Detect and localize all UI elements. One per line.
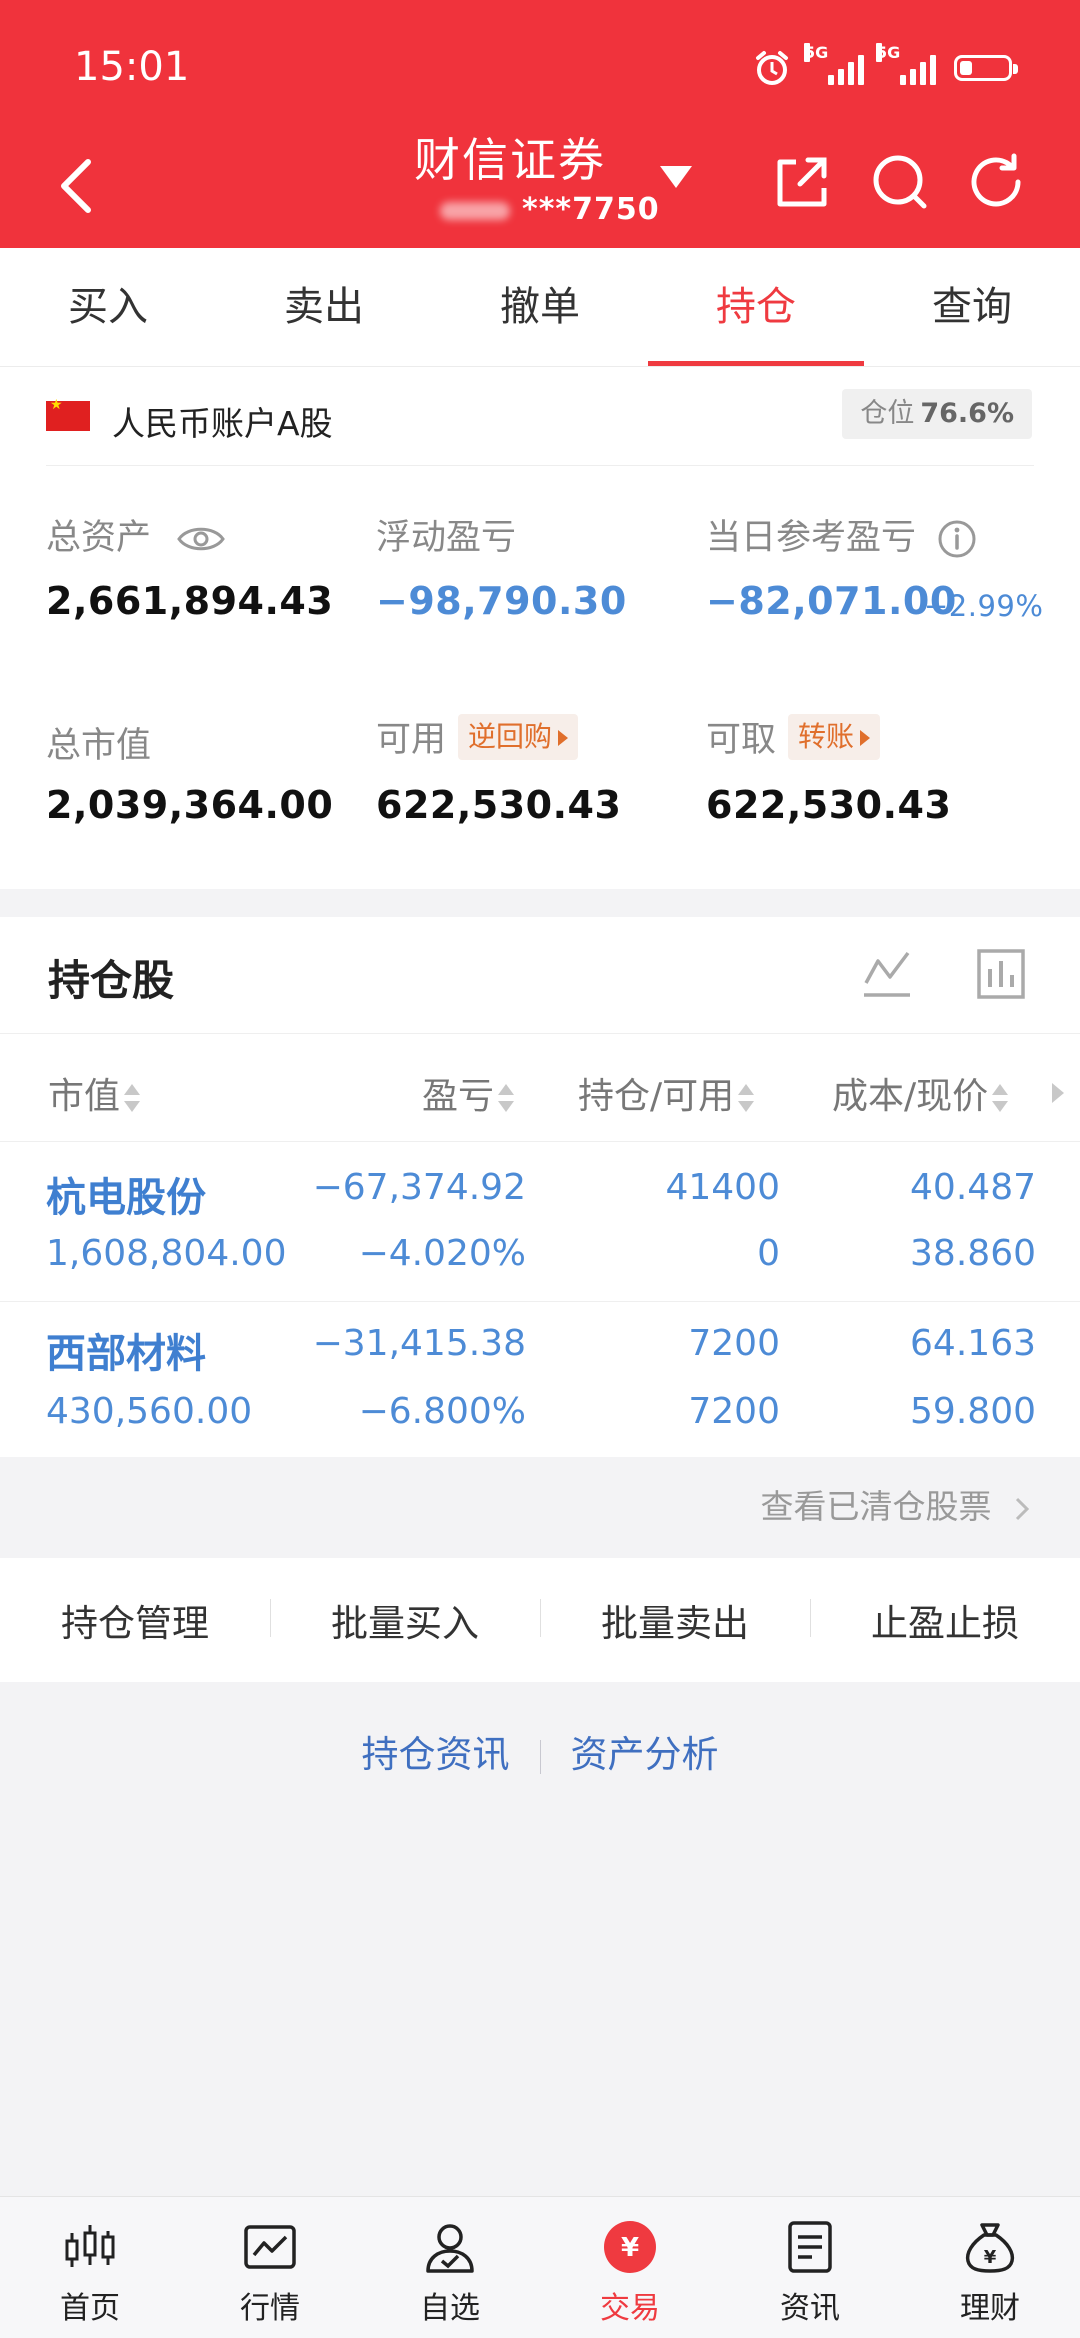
bar-chart-icon[interactable] bbox=[976, 947, 1026, 1001]
tab-buy[interactable]: 买入 bbox=[0, 248, 216, 366]
money-bag-icon: ¥ bbox=[965, 2223, 1015, 2273]
header-market-value[interactable]: 市值 bbox=[48, 1067, 141, 1119]
footer-links: 持仓资讯 资产分析 bbox=[0, 1724, 1080, 1778]
total-assets-value: 2,661,894.43 bbox=[46, 579, 334, 623]
trade-tabs: 买入 卖出 撤单 持仓 查询 bbox=[0, 248, 1080, 367]
nav-news[interactable]: 资讯 bbox=[720, 2197, 900, 2338]
floating-pnl-value: −98,790.30 bbox=[376, 579, 627, 623]
app-header: 15:01 5G 5G 财信证券 ***7750 bbox=[0, 0, 1080, 248]
floating-pnl-label: 浮动盈亏 bbox=[376, 518, 517, 558]
signal-icon: 5G bbox=[804, 43, 864, 85]
holdings-section: 持仓股 市值 盈亏 持仓/可用 成本/现价 杭电股份 1,608,804.00 … bbox=[0, 917, 1080, 1457]
share-icon[interactable] bbox=[770, 150, 834, 214]
reverse-repo-button[interactable]: 逆回购 bbox=[458, 713, 579, 760]
daily-pnl-value: −82,071.00 bbox=[706, 579, 957, 623]
scroll-right-icon[interactable] bbox=[1052, 1083, 1064, 1103]
asset-analysis-link[interactable]: 资产分析 bbox=[541, 1724, 749, 1778]
nav-wealth[interactable]: ¥ 理财 bbox=[900, 2197, 1080, 2338]
holding-news-link[interactable]: 持仓资讯 bbox=[332, 1724, 540, 1778]
withdrawable-value: 622,530.43 bbox=[706, 783, 952, 827]
bottom-nav: 首页 行情 自选 ¥ 交易 资讯 ¥ 理财 bbox=[0, 2196, 1080, 2338]
holdings-title: 持仓股 bbox=[48, 956, 175, 1005]
svg-text:¥: ¥ bbox=[984, 2247, 997, 2268]
total-assets-label: 总资产 bbox=[46, 509, 226, 560]
header-cost-price[interactable]: 成本/现价 bbox=[832, 1067, 1009, 1119]
batch-sell-button[interactable]: 批量卖出 bbox=[540, 1593, 810, 1647]
nav-trade[interactable]: ¥ 交易 bbox=[540, 2197, 720, 2338]
search-icon[interactable] bbox=[868, 150, 932, 214]
cleared-stocks-link[interactable]: 查看已清仓股票 bbox=[761, 1480, 1033, 1528]
account-summary: 人民币账户A股 仓位76.6% 总资产 2,661,894.43 浮动盈亏 −9… bbox=[0, 367, 1080, 889]
candlestick-icon bbox=[65, 2225, 115, 2267]
position-ratio-badge: 仓位 76.6% bbox=[842, 389, 1032, 439]
header-position[interactable]: 持仓/可用 bbox=[578, 1067, 755, 1119]
holding-actions: 持仓管理 批量买入 批量卖出 止盈止损 bbox=[0, 1558, 1080, 1682]
market-value-label: 总市值 bbox=[46, 726, 152, 766]
status-time: 15:01 bbox=[74, 44, 190, 90]
tab-sell[interactable]: 卖出 bbox=[216, 248, 432, 366]
eye-icon[interactable] bbox=[176, 523, 226, 555]
transfer-button[interactable]: 转账 bbox=[788, 713, 881, 760]
account-number: ***7750 bbox=[440, 192, 660, 227]
account-dropdown-icon[interactable] bbox=[660, 166, 692, 188]
line-chart-icon[interactable] bbox=[862, 947, 912, 1001]
daily-pnl-label: 当日参考盈亏 bbox=[706, 509, 977, 560]
chevron-right-icon bbox=[1015, 1497, 1030, 1520]
china-flag-icon bbox=[46, 397, 90, 431]
daily-pnl-pct: −2.99% bbox=[924, 589, 1044, 623]
available-label: 可用 逆回购 bbox=[376, 711, 579, 762]
available-value: 622,530.43 bbox=[376, 783, 622, 827]
battery-icon bbox=[954, 55, 1018, 81]
batch-buy-button[interactable]: 批量买入 bbox=[270, 1593, 540, 1647]
manage-holdings-button[interactable]: 持仓管理 bbox=[0, 1593, 270, 1647]
user-check-icon bbox=[426, 2224, 474, 2273]
account-name: 人民币账户A股 bbox=[112, 404, 333, 443]
tab-holdings[interactable]: 持仓 bbox=[648, 248, 864, 366]
tab-cancel[interactable]: 撤单 bbox=[432, 248, 648, 366]
document-icon bbox=[788, 2221, 832, 2273]
nav-market[interactable]: 行情 bbox=[180, 2197, 360, 2338]
refresh-icon[interactable] bbox=[966, 150, 1030, 214]
status-icons: 5G 5G bbox=[752, 43, 1018, 90]
market-value-value: 2,039,364.00 bbox=[46, 783, 334, 827]
signal-icon: 5G bbox=[876, 43, 936, 85]
alarm-icon bbox=[756, 51, 788, 85]
withdrawable-label: 可取 转账 bbox=[706, 711, 881, 762]
yen-coin-icon: ¥ bbox=[604, 2221, 656, 2273]
market-chart-icon bbox=[244, 2225, 296, 2269]
tab-query[interactable]: 查询 bbox=[864, 248, 1080, 366]
header-pnl[interactable]: 盈亏 bbox=[422, 1067, 515, 1119]
stop-profit-loss-button[interactable]: 止盈止损 bbox=[810, 1593, 1080, 1647]
svg-text:¥: ¥ bbox=[621, 2233, 639, 2263]
info-icon[interactable] bbox=[937, 519, 977, 559]
nav-watchlist[interactable]: 自选 bbox=[360, 2197, 540, 2338]
nav-home[interactable]: 首页 bbox=[0, 2197, 180, 2338]
